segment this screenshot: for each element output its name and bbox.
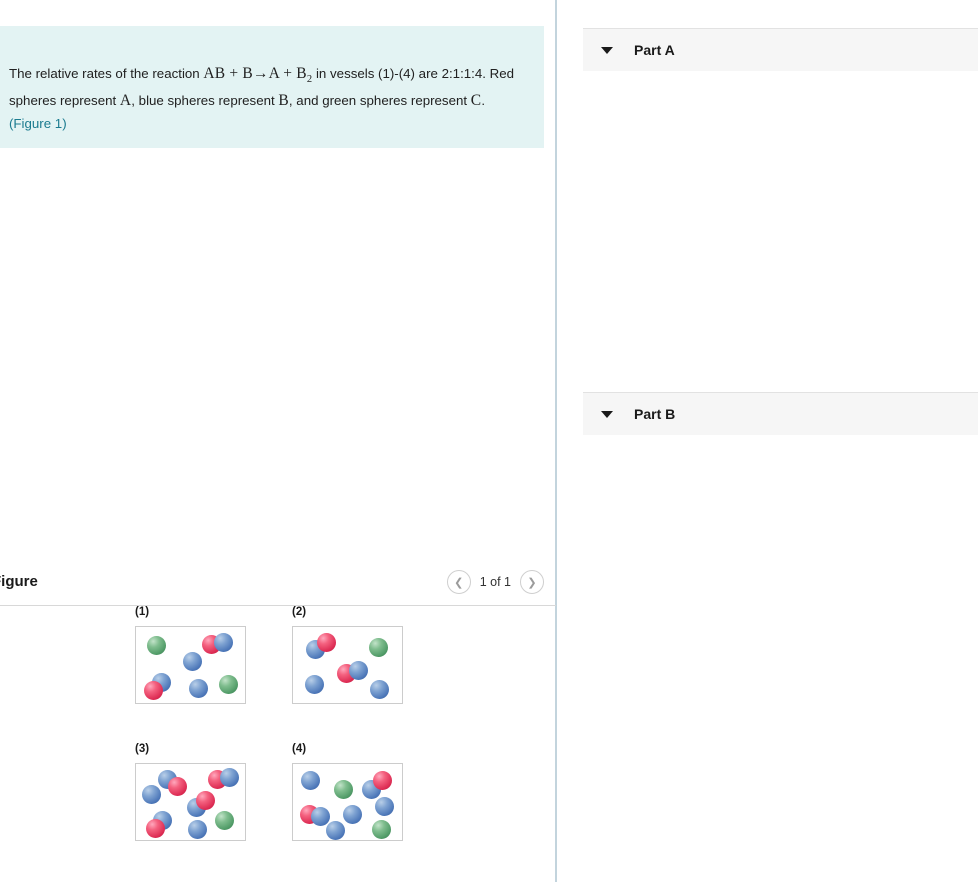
figure-page-label: 1 of 1 [479,575,511,589]
sphere-red [146,819,165,838]
vessel-box [292,626,403,704]
vessel-box [135,763,246,841]
chevron-left-icon[interactable]: ❮ [446,570,471,594]
sphere-blue [375,797,394,816]
part-b-title: Part B [634,406,676,422]
mastering-chemistry-page: Constants|Periodic Table The relative ra… [0,0,978,882]
sphere-blue [301,771,320,790]
question-statement: The relative rates of the reaction AB + … [0,26,544,149]
sphere-red [168,777,187,796]
vessel-label: (1) [135,606,150,618]
part-a-header[interactable]: Part A [583,28,978,71]
vessel-4: (4) [292,743,403,841]
sphere-blue [343,805,362,824]
sphere-blue [188,820,207,839]
sphere-red [317,633,336,652]
reaction-equation: AB + B→A + B2 [203,65,313,86]
vessel-row: (3) (4) [0,743,556,880]
vessel-box [135,626,246,704]
vessel-2: (2) [292,606,403,704]
sphere-blue [311,807,330,826]
question-text-1: The relative rates of the reaction [9,66,204,81]
part-a-title: Part A [634,42,675,58]
sphere-blue [326,821,345,840]
sphere-green [372,820,391,839]
species-c-symbol: C [470,91,482,109]
caret-down-icon[interactable] [601,46,613,54]
chevron-right-icon[interactable]: ❯ [520,570,544,594]
figure-1-link[interactable]: (Figure 1) [9,116,67,131]
species-a-symbol: A [119,91,132,109]
sphere-blue [305,675,324,694]
sphere-green [369,638,388,657]
species-b-symbol: B [278,91,289,109]
figure-header: Figure ❮ 1 of 1 ❯ [0,562,556,606]
answer-pane: Part A Write the rate law. k[B][C]k[A][B… [559,0,978,882]
vessel-1: (1) [135,606,246,704]
vessel-box [292,763,403,841]
sphere-blue [142,785,161,804]
vessel-label: (3) [135,743,150,755]
sphere-green [334,780,353,799]
vessel-label: (4) [292,743,307,755]
vessel-row: (1) (2) [0,606,556,743]
sphere-green [215,811,234,830]
question-text-3: , blue spheres represent [131,92,279,108]
sphere-blue [349,661,368,680]
sphere-blue [183,652,202,671]
figure-vessels: (1) (2) (3) (4) [0,606,556,880]
sphere-green [219,675,238,694]
sphere-blue [214,633,233,652]
question-text-4: , and green spheres represent [288,92,471,108]
sphere-blue [370,680,389,699]
sphere-blue [220,768,239,787]
question-pane: Constants|Periodic Table The relative ra… [0,0,557,882]
sphere-blue [189,679,208,698]
vessel-3: (3) [135,743,246,841]
vessel-label: (2) [292,606,307,618]
sphere-red [373,771,392,790]
sphere-green [147,636,166,655]
figure-title: Figure [0,573,38,590]
part-b-header[interactable]: Part B [583,392,978,435]
sphere-red [144,681,163,700]
caret-down-icon[interactable] [601,410,613,418]
sphere-red [196,791,215,810]
figure-pager: ❮ 1 of 1 ❯ [446,570,544,594]
question-text-5: . [481,92,486,108]
